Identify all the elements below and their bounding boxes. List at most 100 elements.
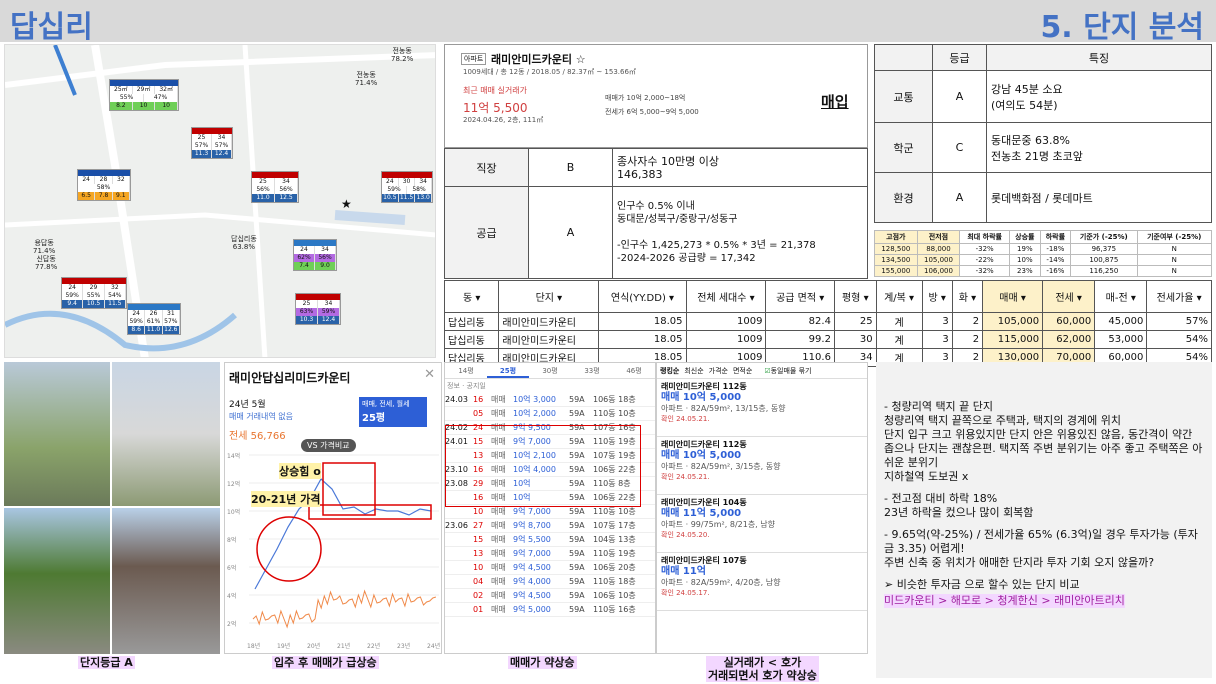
header-cell[interactable]: 연식(YY.DD) ▾: [598, 280, 687, 313]
map-complex-box[interactable]: 24 28 32 58% 6.5 7.8 9.1: [77, 169, 131, 201]
header-cell[interactable]: 매매 ▾: [982, 280, 1044, 313]
row-grade: A: [932, 172, 987, 223]
table-cell: 23%: [1009, 265, 1041, 277]
table-row: 134,500 105,000 -22% 10% -14% 100,875 N: [874, 254, 1212, 266]
sort-tab[interactable]: 가격순: [709, 366, 728, 376]
map-complex-box[interactable]: 25 34 57% 57% 11.3 12.4: [191, 127, 233, 159]
map-complex-box[interactable]: 25 34 63% 59% 10.3 12.4: [295, 293, 341, 325]
table-cell: 답십리동: [443, 312, 500, 331]
deal-row[interactable]: 01 매매 9억 5,000 59A 110동 16층: [445, 603, 655, 617]
note-line: - 9.65억(약-25%) / 전세가율 65% (6.3억)일 경우 투자가…: [884, 528, 1198, 555]
deal-day: 10: [473, 507, 484, 516]
size-tab[interactable]: 33평: [571, 363, 613, 378]
header-cell[interactable]: 매-전 ▾: [1094, 280, 1148, 313]
table-cell: -18%: [1039, 243, 1072, 255]
header-cell: 전저점: [916, 230, 961, 244]
table-cell: 88,000: [916, 243, 961, 255]
header-cell[interactable]: 전세가율 ▾: [1146, 280, 1212, 313]
header-cell[interactable]: 전체 세대수 ▾: [685, 280, 767, 313]
row-value: 강남 45분 소요 (여의도 54분): [986, 70, 1212, 123]
listing-card[interactable]: 래미안미드카운티 112동 매매 10억 5,000 아파트 · 82A/59m²,…: [657, 379, 867, 437]
table-cell: 53,000: [1094, 330, 1148, 349]
deal-row[interactable]: 13 매매 9억 7,000 59A 110동 19층: [445, 547, 655, 561]
header-cell[interactable]: 계/복 ▾: [875, 280, 923, 313]
filter-label: 매매, 전세, 월세: [362, 400, 410, 408]
map-complex-box[interactable]: 24 26 31 59% 61% 57% 8.6 11.0 12.6: [127, 303, 181, 335]
size-tab[interactable]: 30평: [529, 363, 571, 378]
table-cell: 답십리동: [443, 330, 500, 349]
complex-name[interactable]: 래미안미드카운티 ☆: [491, 51, 586, 67]
row-key: 환경: [874, 172, 933, 223]
size-tab[interactable]: 14평: [445, 363, 487, 378]
table-cell: 106,000: [916, 265, 961, 277]
header-cell[interactable]: 전세 ▾: [1042, 280, 1096, 313]
map-complex-box[interactable]: 24 30 34 59% 58% 10.5 11.5 13.0: [381, 171, 433, 203]
map-complex-box[interactable]: 25㎡ 29㎡ 32㎡ 55% 47% 8.2 10 10: [109, 79, 179, 111]
header-cell[interactable]: 방 ▾: [921, 280, 953, 313]
area-map[interactable]: 25㎡ 29㎡ 32㎡ 55% 47% 8.2 10 10 25 34 57% 57% 11.3 12.…: [4, 44, 436, 358]
listing-date: 확인 24.05.20.: [661, 531, 710, 539]
table-cell: 25: [833, 312, 877, 331]
map-complex-box[interactable]: 25 34 56% 56% 11.0 12.5: [251, 171, 299, 203]
deal-day: 02: [473, 591, 484, 600]
header-cell[interactable]: 화 ▾: [951, 280, 984, 313]
site-photo-street: [112, 508, 220, 654]
table-cell: 105,000: [916, 254, 961, 266]
deal-row[interactable]: 15 매매 9억 5,500 59A 104동 13층: [445, 533, 655, 547]
table-row: 128,500 88,000 -32% 19% -18% 96,375 N: [874, 243, 1212, 255]
deal-t: 매매: [491, 563, 506, 572]
deal-history-panel: 14평 25평 30평 33평 46평 정보 · 공지일 24.03 16 매매 10억 3,…: [444, 362, 656, 654]
deal-row[interactable]: 24.03 16 매매 10억 3,000 59A 106동 18층: [445, 393, 655, 407]
listing-price: 매매 11억 5,000: [661, 508, 742, 519]
x-tick-label: 19년: [277, 643, 291, 650]
table-cell: -32%: [959, 243, 1011, 255]
listing-card[interactable]: 래미안미드카운티 107동 매매 11억 아파트 · 82A/59m², 4/20층…: [657, 553, 867, 611]
table-cell: -22%: [959, 254, 1011, 266]
deal-f: 110동 19층: [593, 549, 636, 558]
deal-row[interactable]: 05 매매 10억 2,000 59A 110동 10층: [445, 407, 655, 421]
table-cell: 62,000: [1042, 330, 1096, 349]
row-grade: C: [932, 122, 987, 173]
map-complex-box[interactable]: 24 29 32 59% 55% 54% 9.4 10.5 11.5: [61, 277, 127, 309]
note-line: 23년 하락을 컸으나 많이 회복함: [884, 506, 1034, 519]
deal-row[interactable]: 23.06 27 매매 9억 8,700 59A 107동 17층: [445, 519, 655, 533]
note-line: 청량리역 택지 끝쪽으로 주택과, 택지의 경계에 위치: [884, 414, 1121, 427]
deal-d: 23.06: [445, 521, 468, 530]
header-cell[interactable]: 평형 ▾: [833, 280, 877, 313]
listing-card[interactable]: 래미안미드카운티 112동 매매 10억 5,000 아파트 · 82A/59m²,…: [657, 437, 867, 495]
deal-t: 매매: [491, 605, 506, 614]
deal-row[interactable]: 02 매매 9억 4,500 59A 106동 10층: [445, 589, 655, 603]
deal-p: 9억 5,000: [513, 605, 551, 614]
deal-row[interactable]: 10 매매 9억 7,000 59A 110동 10층: [445, 505, 655, 519]
same-listing-toggle[interactable]: 동일매물 묶기: [771, 366, 812, 376]
filter-dropdown[interactable]: 매매, 전세, 월세 25평: [359, 397, 427, 427]
type-tag: 아파트: [461, 53, 487, 65]
header-cell[interactable]: 단지 ▾: [498, 280, 600, 313]
size-tab[interactable]: 25평: [487, 363, 529, 378]
deal-t: 매매: [491, 507, 506, 516]
table-row: 환경 A 롯데백화점 / 롯데마트: [874, 172, 1212, 223]
header-cell[interactable]: 동 ▾: [443, 280, 500, 313]
compare-highlight: 미드카운티 > 해모로 > 청계한신 > 래미안아트리치: [884, 594, 1125, 608]
header-cell[interactable]: 공급 면적 ▾: [765, 280, 835, 313]
close-icon[interactable]: ✕: [424, 367, 435, 382]
table-cell: 18.05: [598, 330, 687, 349]
deal-p: 9억 4,500: [513, 563, 551, 572]
jeonse-range: 전세가 6억 5,000~9억 5,000: [605, 108, 699, 116]
listing-card[interactable]: 래미안미드카운티 104동 매매 11억 5,000 아파트 · 99/75m², …: [657, 495, 867, 553]
y-tick-label: 8억: [227, 537, 237, 544]
size-tab[interactable]: 46평: [613, 363, 655, 378]
deal-p: 10억 2,000: [513, 409, 556, 418]
map-complex-box[interactable]: 24 34 62% 56% 7.4 9.0: [293, 239, 337, 271]
deal-row[interactable]: 10 매매 9억 4,500 59A 106동 20층: [445, 561, 655, 575]
sale-range: 매매가 10억 2,000~18억: [605, 94, 686, 102]
sort-tab[interactable]: 랭킹순: [660, 366, 679, 376]
table-cell: N: [1136, 243, 1212, 255]
listing-detail: 아파트 · 82A/59m², 13/15층, 동향: [661, 404, 786, 413]
sort-tab[interactable]: 면적순: [733, 366, 752, 376]
deal-row[interactable]: 04 매매 9억 4,000 59A 110동 18층: [445, 575, 655, 589]
listing-summary-panel: 아파트 래미안미드카운티 ☆ 1009세대 / 총 12동 / 2018.05 …: [444, 44, 868, 148]
deal-day: 16: [473, 395, 484, 404]
sort-tab[interactable]: 최신순: [684, 366, 703, 376]
recent-label: 최근 매매 실거래가: [463, 86, 527, 95]
